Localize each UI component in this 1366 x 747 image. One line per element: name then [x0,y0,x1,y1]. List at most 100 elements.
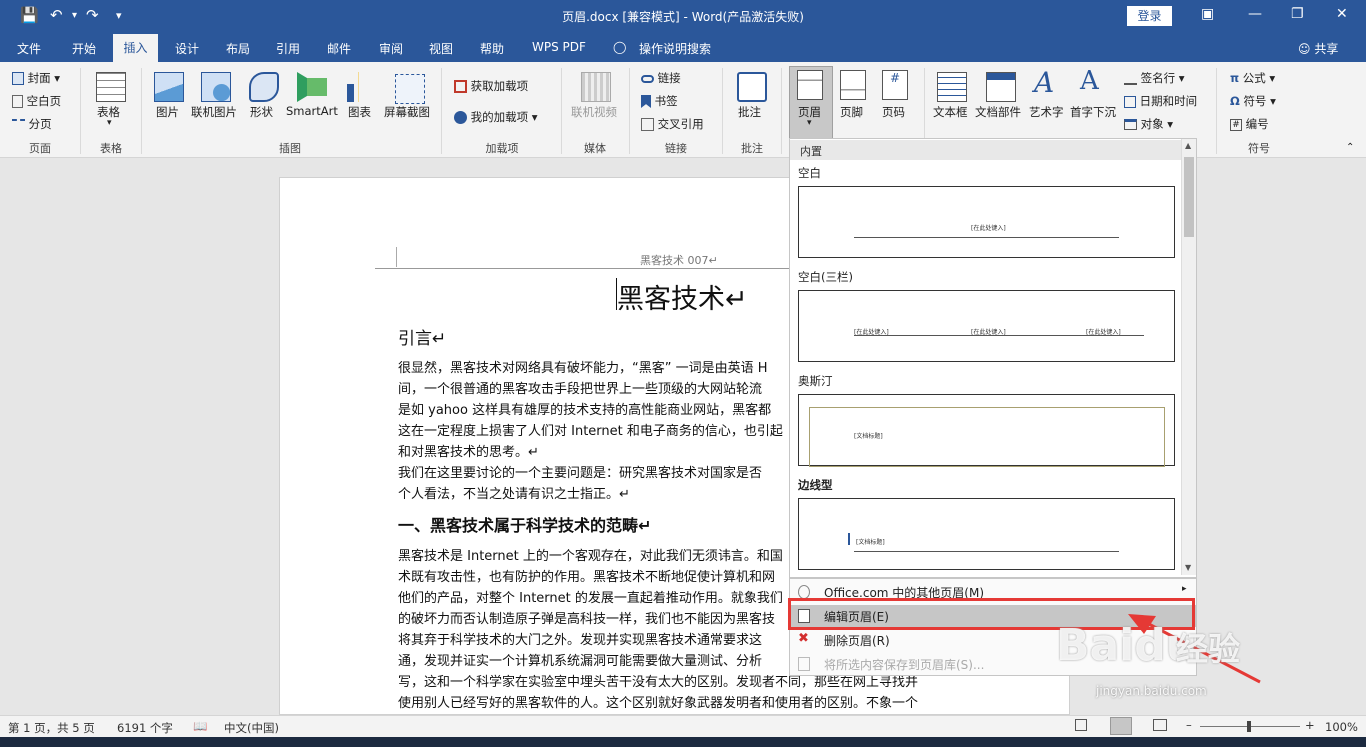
bookmark-button[interactable]: 书签 [641,93,678,109]
footer-button[interactable]: 页脚 [840,104,863,120]
gallery-item-austin[interactable]: [文档标题] [798,394,1175,467]
group-label-tables: 表格 [100,142,122,155]
read-mode-icon[interactable] [1075,719,1087,731]
smartart-button[interactable]: SmartArt [286,104,338,118]
tab-review[interactable]: 审阅 [379,40,403,57]
tab-layout[interactable]: 布局 [226,40,250,57]
group-label-pages: 页面 [29,142,51,155]
object-button[interactable]: 对象 ▾ [1124,116,1173,132]
link-icon [641,74,654,83]
link-button[interactable]: 链接 [641,70,681,86]
gallery-scrollbar[interactable]: ▲ ▼ [1181,139,1196,575]
tab-mailings[interactable]: 邮件 [327,40,351,57]
taskbar [0,737,1366,747]
collapse-ribbon-icon[interactable]: ⌃ [1346,142,1354,153]
header-rule [854,335,1144,336]
lightbulb-icon: ◯ [613,40,627,54]
proofing-icon[interactable]: 📖 [193,719,207,733]
cover-page-button[interactable]: 封面 ▾ [12,70,60,86]
signature-line-button[interactable]: 签名行 ▾ [1124,70,1185,86]
login-button[interactable]: 登录 [1127,6,1172,26]
wordart-button[interactable]: 艺术字 [1029,104,1064,120]
minimize-icon[interactable]: — [1248,6,1262,22]
tab-home[interactable]: 开始 [72,40,96,57]
ribbon-tabs: 文件 开始 插入 设计 布局 引用 邮件 审阅 视图 帮助 WPS PDF ◯ … [0,34,1366,62]
page-break-button[interactable]: 分页 [12,116,52,132]
calendar-icon [1124,95,1136,108]
zoom-level[interactable]: 100% [1325,720,1358,734]
delete-icon: ✖ [798,631,809,646]
group-label-addins: 加载项 [485,142,519,155]
divider [80,68,81,154]
equation-button[interactable]: π 公式 ▾ [1230,70,1275,86]
tab-design[interactable]: 设计 [175,40,199,57]
page-number-button[interactable]: 页码 [882,104,905,120]
paragraph-line: 和对黑客技术的思考。↵ [398,445,539,460]
paragraph-line: 间，一个很普通的黑客攻击手段把世界上一些顶级的大网站轮流 [398,382,763,397]
tab-file[interactable]: 文件 [17,40,41,57]
close-icon[interactable]: ✕ [1336,6,1348,22]
share-button[interactable]: ☺ 共享 [1298,40,1338,57]
blank-page-button[interactable]: 空白页 [12,93,61,109]
watermark-cn: 经验 [1176,630,1241,668]
zoom-out-icon[interactable]: – [1186,718,1192,732]
heading-intro[interactable]: 引言↵ [398,324,446,349]
word-count[interactable]: 6191 个字 [117,720,173,736]
pi-icon: π [1230,71,1240,85]
cross-reference-button[interactable]: 交叉引用 [641,116,704,132]
heading-section-1[interactable]: 一、黑客技术属于科学技术的范畴↵ [398,512,651,536]
my-addins-button[interactable]: 我的加载项 ▾ [454,109,538,125]
header-icon [797,70,823,100]
paragraph-line: 他们的产品，对整个 Internet 的发展一直起着推动作用。就象我们 [398,591,783,606]
numbering-button[interactable]: # 编号 [1230,116,1269,132]
wordart-icon: A [1034,66,1055,99]
tab-view[interactable]: 视图 [429,40,453,57]
web-layout-icon[interactable] [1153,719,1167,731]
tab-insert[interactable]: 插入 [113,34,158,62]
screenshot-button[interactable]: 屏幕截图 [384,104,430,120]
drop-cap-button[interactable]: 首字下沉 [1070,104,1116,120]
gallery-item-blank[interactable]: [在此处键入] [798,186,1175,258]
document-title[interactable]: 黑客技术↵ [617,277,748,316]
online-video-button[interactable]: 联机视频 [571,104,617,120]
gallery-item-label: 空白 [798,166,821,180]
get-addins-button[interactable]: 获取加载项 [454,78,528,94]
divider [441,68,442,154]
print-layout-icon[interactable] [1110,717,1132,735]
symbol-button[interactable]: Ω 符号 ▾ [1230,93,1276,109]
pictures-icon [154,72,184,102]
cross-reference-icon [641,118,654,131]
ribbon-display-icon[interactable]: ▣ [1201,6,1214,22]
chart-button[interactable]: 图表 [348,104,371,120]
scroll-down-icon[interactable]: ▼ [1185,563,1191,572]
placeholder-text: [在此处键入] [971,225,1006,232]
online-video-icon [581,72,611,102]
language[interactable]: 中文(中国) [224,720,279,736]
tab-wps-pdf[interactable]: WPS PDF [532,40,586,54]
online-pictures-button[interactable]: 联机图片 [191,104,237,120]
date-time-button[interactable]: 日期和时间 [1124,93,1197,109]
header-text[interactable]: 黑客技术 007↵ [640,252,718,268]
shapes-button[interactable]: 形状 [250,104,273,120]
scrollbar-thumb[interactable] [1184,157,1194,237]
pictures-button[interactable]: 图片 [156,104,179,120]
gallery-item-blank-three-column[interactable]: [在此处键入] [在此处键入] [在此处键入] [798,290,1175,362]
text-box-button[interactable]: 文本框 [933,104,968,120]
comment-button[interactable]: 批注 [738,104,761,120]
sideline-bar [848,533,850,545]
divider [561,68,562,154]
object-icon [1124,119,1137,130]
tab-references[interactable]: 引用 [276,40,300,57]
globe-icon [798,585,810,599]
signature-icon [1124,73,1137,85]
page-count[interactable]: 第 1 页，共 5 页 [8,720,95,736]
gallery-item-sideline[interactable]: [文档标题] [798,498,1175,570]
maximize-icon[interactable]: ❐ [1291,6,1304,22]
quick-parts-button[interactable]: 文档部件 [975,104,1021,120]
scroll-up-icon[interactable]: ▲ [1185,141,1191,150]
tell-me-search[interactable]: 操作说明搜索 [639,40,711,57]
tab-help[interactable]: 帮助 [480,40,504,57]
paragraph-line: 黑客技术是 Internet 上的一个客观存在，对此我们无须讳言。和国 [398,549,783,564]
zoom-slider-thumb[interactable] [1247,721,1251,732]
zoom-in-icon[interactable]: + [1305,718,1315,732]
